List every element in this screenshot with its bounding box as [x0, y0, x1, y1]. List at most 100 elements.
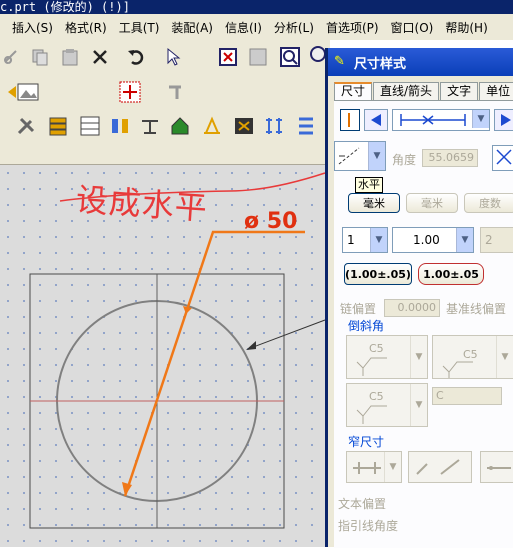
tab-dimension[interactable]: 尺寸: [334, 82, 373, 100]
precision-select[interactable]: 1 ▼: [342, 227, 388, 253]
dimension-tab-panel: ▼ ▼ 角度 55.0659 水平 精度和公差 毫米 毫米 度数 1 ▼ 1.0…: [334, 100, 513, 548]
app-title: c.prt (修改的) (!)]: [0, 0, 130, 14]
narrow-style-select: ▼: [346, 451, 402, 483]
angle-orient-button[interactable]: [492, 145, 513, 171]
handwritten-note: 设成水平: [74, 180, 210, 228]
text-placement-left-button[interactable]: [340, 109, 360, 131]
menu-info[interactable]: 信息(I): [219, 19, 268, 36]
app-title-bar: c.prt (修改的) (!)]: [0, 0, 513, 14]
toolbar-drafting: [0, 74, 330, 110]
menu-preferences[interactable]: 首选项(P): [320, 19, 385, 36]
angle-input[interactable]: 55.0659: [422, 149, 478, 167]
cut-icon[interactable]: [0, 45, 24, 69]
centerline-icon[interactable]: [262, 114, 286, 138]
text-offset-label: 文本偏置: [338, 497, 387, 511]
dialog-tabs: 尺寸 直线/箭头 文字 单位: [334, 82, 513, 100]
leader-arrow: [246, 341, 256, 350]
narrow-preview-icon: [416, 459, 460, 475]
zoom-window-icon[interactable]: [246, 45, 270, 69]
table-icon[interactable]: [78, 114, 102, 138]
oblique-orientation-icon: [338, 147, 360, 165]
narrow-style-preview: [408, 451, 472, 483]
drawing-canvas[interactable]: 设成水平 ø 50: [0, 165, 326, 547]
chain-offset-input[interactable]: 0.0000: [384, 299, 440, 317]
constraint-icon[interactable]: [164, 80, 188, 104]
copy-icon[interactable]: [28, 45, 52, 69]
unit-mm-button[interactable]: 毫米: [348, 193, 400, 213]
chevron-down-icon: ▼: [410, 384, 427, 426]
tab-text[interactable]: 文字: [440, 82, 479, 100]
dialog-title: 尺寸样式: [354, 56, 407, 72]
surface-finish-icon[interactable]: [200, 114, 224, 138]
chamfer-style-2: C5 ▼: [432, 335, 513, 379]
weld-icon[interactable]: [108, 114, 132, 138]
chevron-down-icon: ▼: [456, 228, 473, 252]
unit-mm-button-2: 毫米: [406, 193, 458, 213]
datum-icon[interactable]: [138, 114, 162, 138]
menu-format[interactable]: 格式(R): [59, 19, 113, 36]
tolerance-value: 1.00: [413, 233, 440, 247]
paste-icon[interactable]: [58, 45, 82, 69]
layers-icon[interactable]: [46, 114, 70, 138]
menu-bar: 插入(S) 格式(R) 工具(T) 装配(A) 信息(I) 分析(L) 首选项(…: [0, 14, 513, 40]
tab-units[interactable]: 单位: [479, 82, 513, 100]
menu-window[interactable]: 窗口(O): [385, 19, 440, 36]
precision-value: 1: [347, 233, 355, 247]
chevron-down-icon: ▼: [410, 336, 427, 378]
label-icon[interactable]: [232, 114, 256, 138]
toolbar-standard: [0, 40, 330, 74]
image-icon[interactable]: [16, 80, 40, 104]
menu-analysis[interactable]: 分析(L): [268, 19, 320, 36]
fit-icon[interactable]: [216, 45, 240, 69]
dimension-format-icon: [400, 114, 466, 126]
menu-help[interactable]: 帮助(H): [439, 19, 493, 36]
select-icon[interactable]: [162, 45, 186, 69]
leader-line: [247, 319, 326, 350]
toolbar-annotation: [0, 110, 330, 144]
tools-icon[interactable]: [14, 114, 38, 138]
narrow-line-icon: [487, 466, 511, 470]
zoom-icon[interactable]: [278, 45, 302, 69]
menu-tools[interactable]: 工具(T): [113, 19, 166, 36]
toolbar-separator: [0, 144, 330, 165]
chain-offset-label: 链偏置: [340, 302, 377, 316]
undo-icon[interactable]: [124, 45, 148, 69]
baseline-offset-label: 基准线偏置: [446, 302, 507, 316]
chevron-down-icon: ▼: [384, 452, 401, 482]
tolerance-type-select[interactable]: 1.00 ▼: [392, 227, 474, 253]
tab-line-arrow[interactable]: 直线/箭头: [373, 82, 440, 100]
diameter-dimension-text[interactable]: ø 50: [244, 209, 297, 234]
narrow-style-icon: [353, 462, 381, 474]
dialog-title-bar[interactable]: ✎ 尺寸样式: [328, 48, 513, 76]
delete-icon[interactable]: [88, 45, 112, 69]
dialog-app-icon: ✎: [334, 54, 345, 69]
chamfer-text-input: C: [432, 387, 502, 405]
snap-point-icon[interactable]: [118, 80, 142, 104]
chevron-down-icon: ▼: [472, 110, 489, 128]
narrow-group-label: 窄尺寸: [348, 435, 385, 449]
chamfer-symbol-icon: [442, 361, 473, 378]
angle-label: 角度: [392, 153, 417, 167]
tooltip: 水平: [355, 177, 383, 193]
arrow-left-button[interactable]: [364, 109, 388, 131]
narrow-line-style: [480, 451, 513, 483]
arrow-right-button[interactable]: [494, 109, 513, 131]
chevron-down-icon: ▼: [368, 142, 385, 170]
dimension-style-dialog: ✎ 尺寸样式 尺寸 直线/箭头 文字 单位 ▼ ▼ 角度 55.0659 水平 …: [325, 48, 513, 548]
chamfer-style-3: C5 ▼: [346, 383, 428, 427]
diameter-dimension-line: [123, 230, 305, 497]
decimal-value: 2: [485, 233, 493, 247]
chamfer-style-1: C5 ▼: [346, 335, 428, 379]
tolerance-format-button-2[interactable]: 1.00±.05: [418, 263, 484, 285]
unit-degree-button: 度数: [464, 193, 513, 213]
chamfer-symbol-icon: [356, 405, 387, 424]
orientation-select[interactable]: ▼: [334, 141, 386, 171]
chevron-down-icon: ▼: [496, 336, 513, 378]
tolerance-format-button-1[interactable]: (1.00±.05): [344, 263, 412, 285]
dimension-format-select[interactable]: ▼: [392, 109, 490, 131]
leader-icon[interactable]: [294, 114, 318, 138]
menu-assembly[interactable]: 装配(A): [165, 19, 219, 36]
house-icon[interactable]: [168, 114, 192, 138]
menu-insert[interactable]: 插入(S): [0, 19, 59, 36]
chamfer-group-label: 倒斜角: [348, 319, 385, 333]
